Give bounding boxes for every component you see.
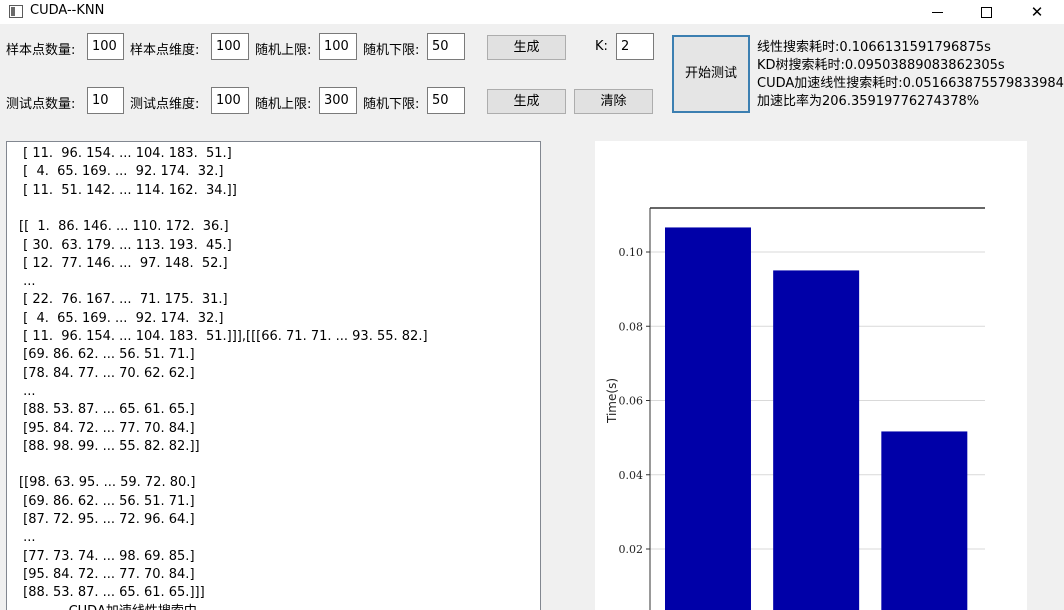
output-line: [69. 86. 62. ... 56. 51. 71.]: [19, 347, 195, 363]
output-line: [[ 1. 86. 146. ... 110. 172. 36.]: [19, 219, 229, 235]
y-tick-label: 0.10: [619, 246, 644, 259]
close-button[interactable]: ✕: [1014, 0, 1060, 24]
k-label: K:: [595, 39, 608, 54]
output-line: CUDA加速线性搜索中...: [19, 603, 210, 610]
bar: [665, 227, 751, 610]
test-lower-input[interactable]: 50: [427, 87, 465, 114]
chart-panel: 0.02 0.04 0.06 0.08 0.10 Time(s): [595, 141, 1027, 610]
output-line: [88. 53. 87. ... 65. 61. 65.]]]: [19, 585, 205, 601]
k-input[interactable]: 2: [616, 33, 654, 60]
output-line: ...: [19, 274, 36, 290]
test-generate-button[interactable]: 生成: [487, 89, 566, 114]
minimize-icon: [931, 11, 943, 13]
output-line: [87. 72. 95. ... 72. 96. 64.]: [19, 512, 195, 527]
output-line: [[98. 63. 95. ... 59. 72. 80.]: [19, 475, 196, 491]
sample-lower-input[interactable]: 50: [427, 33, 465, 60]
sample-count-input[interactable]: 100: [87, 33, 124, 60]
test-upper-label: 随机上限:: [255, 97, 312, 112]
maximize-icon: [980, 6, 992, 18]
timing-results: 线性搜索耗时:0.1066131591796875s KD树搜索耗时:0.095…: [757, 39, 1064, 111]
test-upper-input[interactable]: 300: [319, 87, 357, 114]
sample-generate-button[interactable]: 生成: [487, 35, 566, 60]
sample-lower-label: 随机下限:: [363, 43, 420, 58]
test-count-input[interactable]: 10: [87, 87, 124, 114]
output-line: ...: [19, 383, 36, 399]
output-line: [95. 84. 72. ... 77. 70. 84.]: [19, 566, 195, 582]
output-line: [ 12. 77. 146. ... 97. 148. 52.]: [19, 255, 228, 271]
cuda-search-time: CUDA加速线性搜索耗时:0.051663875579833984s: [757, 76, 1064, 91]
sample-dim-input[interactable]: 100: [211, 33, 249, 60]
y-tick-label: 0.02: [619, 543, 644, 556]
kd-tree-search-time: KD树搜索耗时:0.09503889083862305s: [757, 58, 1005, 73]
y-tick-label: 0.06: [619, 395, 644, 408]
sample-upper-label: 随机上限:: [255, 43, 312, 58]
maximize-button[interactable]: [963, 0, 1009, 24]
y-tick-label: 0.08: [619, 320, 644, 333]
test-dim-label: 测试点维度:: [130, 97, 200, 112]
output-textarea[interactable]: [ 11. 96. 154. ... 104. 183. 51.] [ 4. 6…: [6, 141, 541, 610]
output-line: [ 11. 51. 142. ... 114. 162. 34.]]: [19, 182, 237, 198]
title-bar: CUDA--KNN ✕: [0, 0, 1064, 24]
sample-dim-label: 样本点维度:: [130, 43, 200, 58]
output-line: [88. 53. 87. ... 65. 61. 65.]: [19, 402, 195, 418]
y-tick-label: 0.04: [619, 469, 644, 482]
speedup-ratio: 加速比率为206.35919776274378%: [757, 94, 980, 109]
sample-upper-input[interactable]: 100: [319, 33, 357, 60]
bar: [881, 431, 968, 610]
output-line: [69. 86. 62. ... 56. 51. 71.]: [19, 493, 195, 509]
sample-count-label: 样本点数量:: [6, 43, 76, 58]
clear-button[interactable]: 清除: [574, 89, 653, 114]
start-test-button[interactable]: 开始测试: [672, 35, 750, 113]
test-count-label: 测试点数量:: [6, 97, 76, 112]
output-line: [ 30. 63. 179. ... 113. 193. 45.]: [19, 237, 232, 253]
output-line: [ 11. 96. 154. ... 104. 183. 51.]]],[[[6…: [19, 329, 428, 344]
output-line: [ 4. 65. 169. ... 92. 174. 32.]: [19, 164, 224, 180]
bar: [773, 270, 860, 610]
window-title: CUDA--KNN: [30, 3, 105, 18]
time-bar-chart: 0.02 0.04 0.06 0.08 0.10 Time(s): [605, 207, 985, 610]
linear-search-time: 线性搜索耗时:0.1066131591796875s: [757, 40, 991, 55]
output-line: [77. 73. 74. ... 98. 69. 85.]: [19, 548, 195, 564]
output-line: ...: [19, 530, 36, 546]
app-icon: [9, 5, 23, 18]
output-line: [95. 84. 72. ... 77. 70. 84.]: [19, 420, 195, 436]
test-dim-input[interactable]: 100: [211, 87, 249, 114]
minimize-button[interactable]: [914, 0, 960, 24]
close-icon: ✕: [1030, 3, 1044, 21]
test-lower-label: 随机下限:: [363, 97, 420, 112]
output-line: [88. 98. 99. ... 55. 82. 82.]]: [19, 438, 200, 454]
output-line: [ 22. 76. 167. ... 71. 175. 31.]: [19, 292, 228, 308]
output-line: [78. 84. 77. ... 70. 62. 62.]: [19, 365, 195, 381]
output-line: [ 4. 65. 169. ... 92. 174. 32.]: [19, 310, 224, 326]
output-line: [ 11. 96. 154. ... 104. 183. 51.]: [19, 146, 232, 161]
y-axis-label: Time(s): [605, 378, 619, 424]
